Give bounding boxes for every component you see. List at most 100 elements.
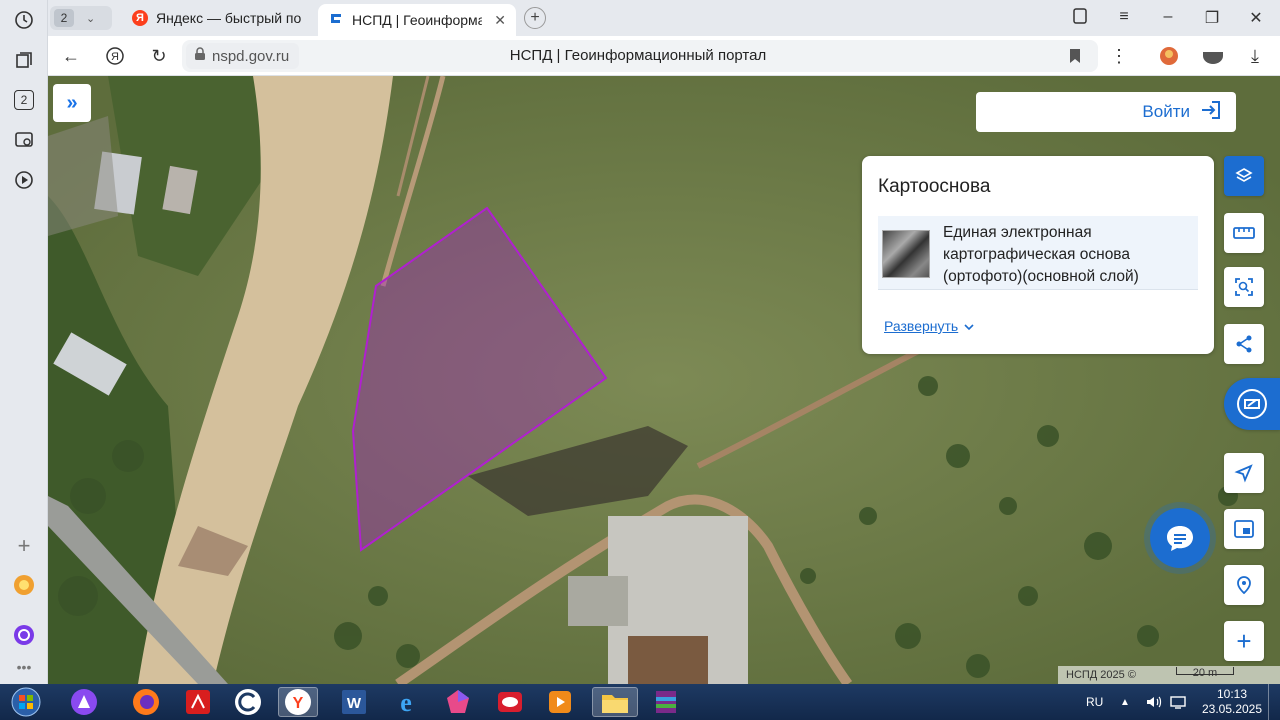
weather-icon[interactable] [12,573,36,597]
layers-tool-button[interactable] [1224,156,1264,196]
geolocation-tool-button[interactable] [1224,453,1264,493]
scale-bar: 20 m [1175,667,1234,679]
close-window-icon[interactable]: ✕ [1246,8,1266,28]
scale-label: 20 m [1192,667,1218,679]
tab-count: 2 [54,9,74,27]
start-button[interactable] [6,687,46,717]
chat-icon [1167,526,1193,551]
gosuslugi-icon [1237,389,1267,419]
layers-icon [1235,168,1253,182]
acrobat-taskbar-icon[interactable] [178,687,218,717]
word-taskbar-icon[interactable]: W [334,687,374,717]
minimap-tool-button[interactable] [1224,509,1264,549]
alice-taskbar-icon[interactable] [64,687,104,717]
gosuslugi-button[interactable] [1224,378,1280,430]
svg-text:Y: Y [293,695,304,712]
domain-label: nspd.gov.ru [212,47,290,65]
expand-label: Развернуть [884,318,959,334]
taskbar: Y W e RU ▲ 10:13 23.05.2025 [0,684,1280,720]
tabs-counter-icon[interactable]: 2 [12,88,36,112]
area-search-icon [1235,278,1253,296]
protect-icon[interactable] [1202,45,1224,67]
bookmark-panel-icon[interactable] [1070,8,1090,29]
more-vertical-icon[interactable]: ⋮ [1108,45,1130,67]
network-icon[interactable] [1170,684,1186,720]
red-app-taskbar-icon[interactable] [490,687,530,717]
back-icon[interactable]: ← [60,45,82,67]
play-icon[interactable] [12,168,36,192]
map-attribution: НСПД 2025 © 20 m [1058,666,1280,684]
share-icon [1236,335,1252,353]
language-label: RU [1086,695,1104,709]
browser-sidebar: 2 + ••• [0,0,48,684]
expand-sidebar-button[interactable]: » [53,84,91,122]
volume-icon[interactable] [1146,684,1162,720]
layer-name: Единая электронная картографическая осно… [943,224,1139,285]
copyright-label: НСПД 2025 © [1066,669,1136,681]
svg-text:e: e [400,688,412,716]
page-title: НСПД | Геоинформационный портал [509,47,767,64]
chevron-down-icon [964,318,974,334]
tab-counter[interactable]: 2 ⌄ [50,6,112,30]
language-indicator[interactable]: RU [1086,684,1103,720]
winrar-taskbar-icon[interactable] [646,687,686,717]
tab-title: НСПД | Геоинформаци [352,12,483,28]
screenshot-icon[interactable] [12,128,36,152]
more-icon[interactable]: ••• [12,655,36,679]
login-button[interactable]: Войти [976,92,1236,132]
login-label: Войти [1142,102,1190,121]
zoom-in-button[interactable]: + [1224,621,1264,661]
panel-title: Картооснова [878,176,991,197]
nspd-favicon-icon [328,11,344,30]
measure-tool-button[interactable] [1224,213,1264,253]
clock-date: 23.05.2025 [1201,702,1263,716]
history-icon[interactable] [12,8,36,32]
collections-icon[interactable] [12,48,36,72]
video-player-taskbar-icon[interactable] [540,687,580,717]
extension-icon[interactable] [1158,45,1180,67]
location-search-tool-button[interactable] [1224,565,1264,605]
yandex-home-icon[interactable]: Я [104,45,126,67]
ie-taskbar-icon[interactable]: e [386,687,426,717]
tab-title: Яндекс — быстрый поиск [156,10,302,26]
yandex-favicon-icon: Я [132,10,148,26]
app-gem-taskbar-icon[interactable] [438,687,478,717]
domain-chip[interactable]: nspd.gov.ru [186,43,300,69]
chevron-down-icon: ⌄ [86,12,96,25]
ruler-icon [1233,227,1255,239]
tabs-counter-label: 2 [14,90,34,110]
chat-button[interactable] [1150,508,1210,568]
close-tab-icon[interactable]: ✕ [494,12,506,29]
share-tool-button[interactable] [1224,324,1264,364]
firefox-taskbar-icon[interactable] [126,687,166,717]
yandex-browser-taskbar-icon[interactable]: Y [278,687,318,717]
show-desktop-button[interactable] [1268,684,1280,720]
windows-start-icon [11,687,41,717]
tab-nspd[interactable]: НСПД | Геоинформаци ✕ [318,4,516,36]
system-clock[interactable]: 10:13 23.05.2025 [1200,687,1264,717]
lock-icon [194,47,206,65]
reload-icon[interactable]: ↻ [148,45,170,67]
download-icon[interactable]: ⤓ [1244,45,1266,67]
tab-yandex[interactable]: Я Яндекс — быстрый поиск [122,4,312,32]
bookmark-icon[interactable] [1064,45,1086,67]
new-tab-button[interactable]: + [524,7,546,29]
login-icon [1200,100,1222,125]
svg-text:W: W [347,695,362,712]
expand-link[interactable]: Развернуть [884,318,974,334]
menu-icon[interactable]: ≡ [1114,8,1134,26]
map-canvas[interactable]: » Войти Картооснова Единая электронная к… [48,76,1280,684]
restore-icon[interactable]: ❐ [1202,8,1222,28]
clock-time: 10:13 [1216,687,1248,701]
tray-expand-icon[interactable]: ▲ [1120,684,1130,720]
area-search-tool-button[interactable] [1224,267,1264,307]
minimap-icon [1234,520,1254,538]
layer-item[interactable]: Единая электронная картографическая осно… [878,216,1198,290]
alice-icon[interactable] [12,623,36,647]
address-bar: ← Я ↻ nspd.gov.ru НСПД | Геоинформационн… [48,36,1280,76]
file-explorer-taskbar-icon[interactable] [592,687,638,717]
ccleaner-taskbar-icon[interactable] [228,687,268,717]
minimize-icon[interactable]: – [1158,8,1178,26]
basemap-panel: Картооснова Единая электронная картограф… [862,156,1214,354]
add-panel-icon[interactable]: + [12,533,36,558]
